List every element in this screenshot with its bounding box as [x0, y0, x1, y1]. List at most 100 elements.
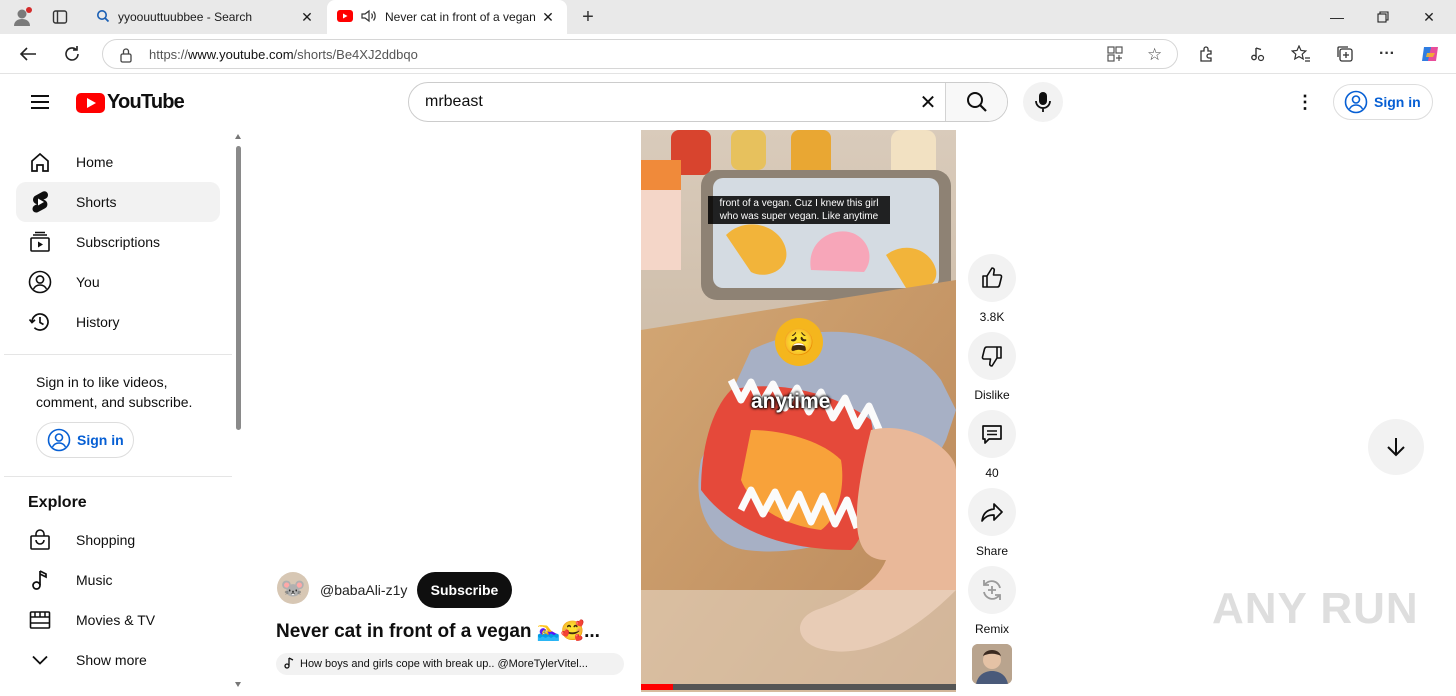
- settings-more-icon[interactable]: ···: [1376, 43, 1398, 65]
- sound-link[interactable]: How boys and girls cope with break up.. …: [276, 653, 624, 675]
- search-input[interactable]: mrbeast: [409, 83, 911, 121]
- tab-search[interactable]: yyoouuttuubbee - Search ✕: [86, 0, 326, 34]
- sidebar-item-music[interactable]: Music: [16, 560, 220, 600]
- sidebar-item-show-more[interactable]: Show more: [16, 640, 220, 680]
- dislike-icon: [981, 346, 1002, 367]
- sidebar-divider: [4, 354, 232, 355]
- sidebar-item-home[interactable]: Home: [16, 142, 220, 182]
- movies-icon: [28, 608, 52, 632]
- sidebar-divider: [4, 476, 232, 477]
- profile-icon[interactable]: [10, 6, 34, 28]
- like-icon: [982, 267, 1003, 288]
- account-icon: [1344, 90, 1368, 114]
- url-domain: www.youtube.com: [188, 46, 294, 62]
- sidebar-item-label: You: [76, 274, 100, 290]
- sidebar-item-label: Shorts: [76, 194, 117, 210]
- youtube-header: YouTube mrbeast ✕ ⋮ Sign in: [0, 74, 1456, 130]
- more-options-icon[interactable]: ⋮: [1290, 92, 1320, 112]
- dislike-label: Dislike: [974, 388, 1010, 402]
- music-note-icon: [284, 656, 294, 672]
- scroll-up-arrow[interactable]: [235, 134, 241, 139]
- comment-count: 40: [985, 466, 999, 480]
- extensions-icon[interactable]: [1196, 43, 1218, 65]
- new-tab-icon[interactable]: +: [578, 6, 598, 28]
- minimize-icon[interactable]: —: [1314, 0, 1360, 34]
- next-video-button[interactable]: [1368, 419, 1424, 475]
- lock-icon[interactable]: [119, 47, 133, 66]
- sidebar-item-shopping[interactable]: Shopping: [16, 520, 220, 560]
- sidebar-item-subscriptions[interactable]: Subscriptions: [16, 222, 220, 262]
- menu-icon[interactable]: [28, 90, 52, 114]
- sound-thumbnail[interactable]: [972, 644, 1012, 684]
- search-icon: [96, 9, 110, 26]
- sidebar-item-label: History: [76, 314, 120, 330]
- favorite-star-icon[interactable]: ☆: [1147, 45, 1162, 65]
- sidebar-item-history[interactable]: History: [16, 302, 220, 342]
- search-button[interactable]: [945, 83, 1007, 121]
- dislike-button[interactable]: [968, 332, 1016, 380]
- sidebar-item-you[interactable]: You: [16, 262, 220, 302]
- back-icon[interactable]: [16, 43, 40, 65]
- close-tab-icon[interactable]: ✕: [539, 9, 557, 26]
- reload-icon[interactable]: [60, 43, 84, 65]
- video-progress-fill: [641, 684, 673, 690]
- media-control-icon[interactable]: [1246, 43, 1268, 65]
- logo-text: YouTube: [107, 91, 185, 113]
- shopping-icon: [28, 528, 52, 552]
- music-icon: [28, 568, 52, 592]
- account-icon: [47, 428, 71, 452]
- remix-button[interactable]: [968, 566, 1016, 614]
- subscribe-button[interactable]: Subscribe: [417, 572, 512, 608]
- youtube-play-icon: [76, 92, 105, 113]
- subscriptions-icon: [28, 230, 52, 254]
- clear-search-icon[interactable]: ✕: [911, 83, 945, 121]
- tab-title: yyoouuttuubbee - Search: [118, 10, 253, 24]
- signin-button[interactable]: Sign in: [1333, 84, 1433, 120]
- comment-button[interactable]: [968, 410, 1016, 458]
- scroll-down-arrow[interactable]: [235, 682, 241, 687]
- signin-label: Sign in: [1374, 94, 1421, 110]
- sidebar-item-label: Subscriptions: [76, 234, 161, 250]
- youtube-favicon-icon: [337, 9, 353, 25]
- tab-title: Never cat in front of a vegan: [385, 10, 536, 24]
- sidebar-item-label: Movies & TV: [76, 612, 156, 628]
- speaker-icon[interactable]: [361, 9, 377, 26]
- channel-name[interactable]: @babaAli-z1y: [320, 582, 407, 598]
- share-button[interactable]: [968, 488, 1016, 536]
- close-tab-icon[interactable]: ✕: [298, 9, 316, 26]
- sidebar-signin-button[interactable]: Sign in: [36, 422, 134, 458]
- voice-search-button[interactable]: [1023, 82, 1063, 122]
- tab-video[interactable]: Never cat in front of a vegan ✕: [327, 0, 567, 34]
- video-progress-bar[interactable]: [641, 684, 956, 690]
- like-button[interactable]: [968, 254, 1016, 302]
- short-video-player[interactable]: front of a vegan. Cuz I knew this girl w…: [641, 130, 956, 692]
- app-available-icon[interactable]: [1107, 46, 1123, 65]
- channel-avatar[interactable]: 🐭: [277, 572, 309, 604]
- signin-label: Sign in: [77, 432, 124, 448]
- sidebar-item-label: Shopping: [76, 532, 136, 548]
- remix-action: Remix: [968, 566, 1016, 636]
- sidebar-item-label: Home: [76, 154, 114, 170]
- remix-icon: [983, 580, 1001, 600]
- sidebar-item-shorts[interactable]: Shorts: [16, 182, 220, 222]
- favorites-icon[interactable]: [1290, 43, 1312, 65]
- video-caption: front of a vegan. Cuz I knew this girl w…: [708, 196, 890, 224]
- url-field[interactable]: https://www.youtube.com/shorts/Be4XJ2ddb…: [102, 39, 1178, 69]
- sidebar-scrollbar[interactable]: [236, 146, 241, 430]
- video-overlay-text: anytime: [751, 390, 831, 413]
- sidebar-item-label: Music: [76, 572, 113, 588]
- video-title[interactable]: Never cat in front of a vegan 🏊‍♀️🥰...: [276, 619, 600, 643]
- tab-actions-icon[interactable]: [50, 8, 70, 26]
- signin-message: Sign in to like videos, comment, and sub…: [36, 374, 193, 410]
- collections-icon[interactable]: [1334, 43, 1356, 65]
- youtube-logo[interactable]: YouTube: [76, 91, 185, 114]
- like-count: 3.8K: [979, 310, 1005, 324]
- copilot-icon[interactable]: [1418, 43, 1442, 65]
- close-window-icon[interactable]: ✕: [1406, 0, 1452, 34]
- tired-face-emoji-icon: 😩: [775, 318, 823, 366]
- you-icon: [28, 270, 52, 294]
- share-action: Share: [968, 488, 1016, 558]
- sidebar-item-movies[interactable]: Movies & TV: [16, 600, 220, 640]
- restore-icon[interactable]: [1360, 0, 1406, 34]
- url-path: /shorts/Be4XJ2ddbqo: [293, 46, 418, 62]
